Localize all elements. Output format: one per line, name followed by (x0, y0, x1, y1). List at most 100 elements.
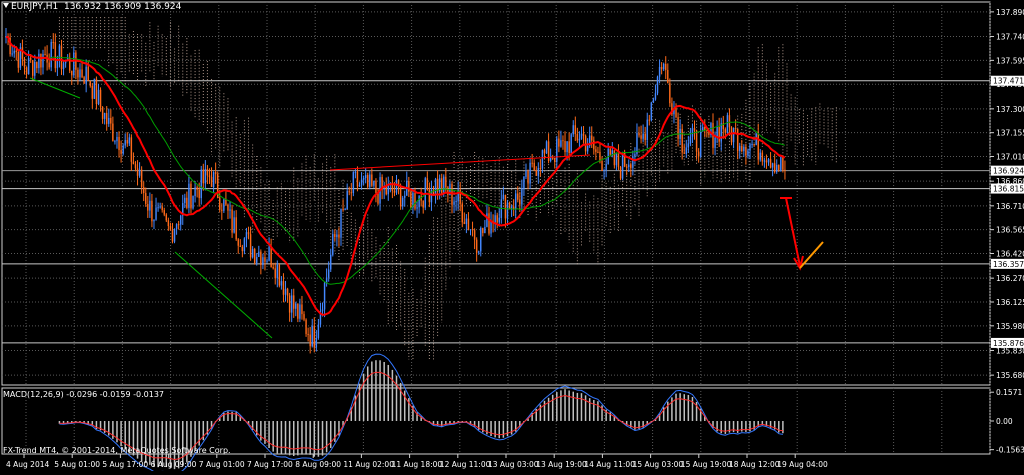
candle-body (262, 257, 264, 266)
candle-body (683, 152, 685, 154)
candle-body (753, 144, 755, 146)
candle-body (315, 337, 318, 348)
x-tick-label: 7 Aug 17:00 (247, 460, 293, 469)
price-chart[interactable]: 137.890137.740137.595137.450137.300137.1… (0, 0, 1024, 475)
candle-body (646, 119, 648, 140)
candle-body (165, 214, 168, 221)
chart-window[interactable]: 137.890137.740137.595137.450137.300137.1… (0, 0, 1024, 475)
candle-body (408, 181, 410, 192)
dropdown-triangle-icon[interactable] (3, 3, 9, 8)
candle-body (693, 128, 696, 131)
candle-body (87, 66, 89, 81)
candle-body (591, 135, 593, 141)
candle-body (309, 334, 311, 347)
candle-body (126, 140, 128, 144)
candle-body (186, 197, 188, 208)
candle-body (293, 295, 295, 309)
candle-body (256, 256, 258, 263)
candle-body (691, 128, 694, 137)
candle-body (124, 140, 126, 146)
candle-body (508, 202, 511, 210)
candle-body (718, 126, 720, 142)
x-tick-label: 7 Aug 01:00 (199, 460, 245, 469)
candle-body (105, 112, 108, 124)
candle-body (572, 125, 574, 135)
candle-body (338, 234, 340, 238)
candle-body (404, 195, 406, 198)
candle-body (239, 245, 242, 247)
candle-body (110, 117, 112, 124)
candle-body (632, 156, 634, 168)
candle-body (621, 152, 624, 179)
candle-body (243, 238, 246, 252)
candle-body (159, 206, 161, 208)
candle-body (519, 199, 521, 205)
candle-body (677, 117, 679, 139)
symbol-header: EURJPY,H1 136.932 136.909 136.924 (3, 2, 181, 12)
candle-body (554, 157, 556, 162)
candle-body (482, 227, 484, 234)
candle-body (288, 295, 291, 313)
candle-body (221, 209, 223, 211)
candle-body (751, 144, 753, 146)
candle-body (325, 277, 328, 283)
candle-body (605, 164, 607, 171)
candle-body (313, 325, 316, 348)
candle-body (669, 83, 671, 104)
candle-body (284, 288, 287, 295)
candle-body (295, 303, 297, 309)
candle-body (23, 58, 26, 68)
candle-body (560, 140, 562, 147)
candle-body (362, 177, 365, 180)
candle-body (73, 52, 75, 76)
candle-body (311, 325, 313, 347)
candle-body (504, 194, 507, 219)
candle-body (465, 218, 468, 224)
candle-body (535, 170, 537, 176)
candle-body (564, 140, 566, 153)
candle-body (704, 127, 706, 130)
candle-body (169, 226, 172, 230)
candle-body (658, 67, 661, 77)
candle-body (350, 192, 353, 194)
candle-body (175, 224, 178, 229)
candle-body (266, 260, 268, 262)
candle-body (687, 143, 690, 148)
candle-body (634, 154, 636, 157)
x-tick-label: 15 Aug 03:00 (633, 460, 684, 469)
candle-body (334, 234, 336, 238)
candle-body (463, 222, 466, 224)
candle-body (506, 202, 509, 219)
candle-body (282, 281, 285, 295)
candle-body (200, 169, 202, 199)
candle-body (278, 264, 281, 286)
candle-body (648, 119, 651, 121)
candle-body (617, 153, 620, 168)
candle-body (533, 162, 535, 171)
candle-body (202, 169, 205, 184)
candle-body (108, 117, 110, 124)
candle-body (537, 168, 540, 176)
x-tick-label: 13 Aug 19:00 (536, 460, 587, 469)
candle-body (615, 153, 618, 166)
candle-body (484, 226, 486, 234)
candle-body (543, 150, 546, 154)
candle-body (373, 180, 375, 186)
candle-body (79, 69, 81, 78)
y-tick-label: 137.010 (996, 153, 1024, 162)
candle-body (25, 67, 28, 75)
candle-body (290, 295, 293, 313)
y-tick-label: 136.710 (996, 202, 1024, 211)
candle-body (541, 150, 544, 169)
candle-body (120, 150, 122, 154)
level-price-label: 135.876 (993, 339, 1024, 348)
candle-body (660, 67, 663, 70)
candle-body (531, 162, 533, 164)
candle-body (93, 78, 96, 99)
y-tick-label: 137.300 (996, 105, 1024, 114)
candle-body (198, 189, 200, 199)
candle-body (399, 185, 402, 207)
candle-body (736, 128, 739, 152)
candle-body (763, 160, 766, 162)
candle-body (613, 150, 616, 166)
